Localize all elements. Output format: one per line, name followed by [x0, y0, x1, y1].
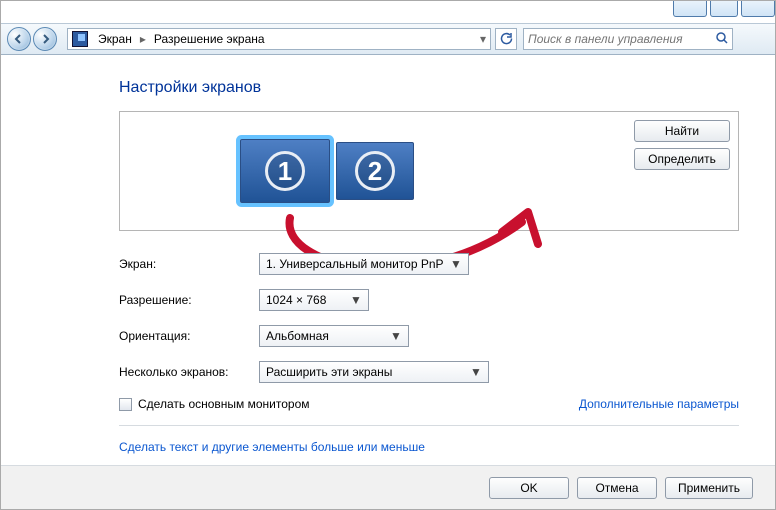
- arrow-right-icon: [39, 33, 51, 45]
- orientation-value: Альбомная: [266, 329, 329, 343]
- multi-display-label: Несколько экранов:: [119, 365, 259, 379]
- search-input[interactable]: [524, 32, 712, 46]
- resolution-value: 1024 × 768: [266, 293, 326, 307]
- text-size-link[interactable]: Сделать текст и другие элементы больше и…: [119, 440, 425, 454]
- resolution-label: Разрешение:: [119, 293, 259, 307]
- chevron-right-icon: ▸: [138, 32, 148, 46]
- find-button[interactable]: Найти: [634, 120, 730, 142]
- refresh-button[interactable]: [495, 28, 517, 50]
- chevron-down-icon: ▼: [468, 364, 484, 380]
- dialog-footer: OK Отмена Применить: [1, 465, 775, 509]
- orientation-combo[interactable]: Альбомная ▼: [259, 325, 409, 347]
- display-combo[interactable]: 1. Универсальный монитор PnP ▼: [259, 253, 469, 275]
- main-monitor-checkbox[interactable]: [119, 398, 132, 411]
- apply-button[interactable]: Применить: [665, 477, 753, 499]
- display-value: 1. Универсальный монитор PnP: [266, 257, 444, 271]
- advanced-settings-link[interactable]: Дополнительные параметры: [579, 397, 739, 411]
- resolution-combo[interactable]: 1024 × 768 ▼: [259, 289, 369, 311]
- explorer-navbar: Экран ▸ Разрешение экрана ▾: [1, 23, 775, 55]
- multi-display-combo[interactable]: Расширить эти экраны ▼: [259, 361, 489, 383]
- chevron-down-icon: ▼: [388, 328, 404, 344]
- refresh-icon: [499, 32, 513, 46]
- chevron-down-icon: ▼: [348, 292, 364, 308]
- chevron-down-icon: ▼: [448, 256, 464, 272]
- main-monitor-label: Сделать основным монитором: [138, 397, 310, 411]
- ok-button[interactable]: OK: [489, 477, 569, 499]
- display-label: Экран:: [119, 257, 259, 271]
- breadcrumb[interactable]: Экран ▸ Разрешение экрана ▾: [67, 28, 491, 50]
- arrow-left-icon: [13, 33, 25, 45]
- monitor-1[interactable]: 1: [240, 139, 330, 203]
- maximize-button[interactable]: [710, 1, 738, 17]
- chevron-down-icon[interactable]: ▾: [476, 32, 490, 46]
- multi-display-value: Расширить эти экраны: [266, 365, 392, 379]
- monitor-arrangement-box[interactable]: 1 2 Найти Определить: [119, 111, 739, 231]
- back-button[interactable]: [7, 27, 31, 51]
- search-box[interactable]: [523, 28, 733, 50]
- monitor-1-number: 1: [265, 151, 305, 191]
- display-icon: [72, 31, 88, 47]
- search-icon[interactable]: [712, 31, 732, 48]
- breadcrumb-root[interactable]: Экран: [92, 32, 138, 46]
- minimize-button[interactable]: [673, 1, 707, 17]
- page-title: Настройки экранов: [119, 79, 739, 97]
- window-controls: [670, 1, 775, 17]
- separator: [119, 425, 739, 426]
- breadcrumb-current[interactable]: Разрешение экрана: [148, 32, 271, 46]
- identify-button[interactable]: Определить: [634, 148, 730, 170]
- content-area: Настройки экранов 1 2 Найти Определить Э…: [1, 57, 775, 465]
- monitor-2-number: 2: [355, 151, 395, 191]
- forward-button[interactable]: [33, 27, 57, 51]
- close-button[interactable]: [741, 1, 775, 17]
- cancel-button[interactable]: Отмена: [577, 477, 657, 499]
- monitor-2[interactable]: 2: [336, 142, 414, 200]
- orientation-label: Ориентация:: [119, 329, 259, 343]
